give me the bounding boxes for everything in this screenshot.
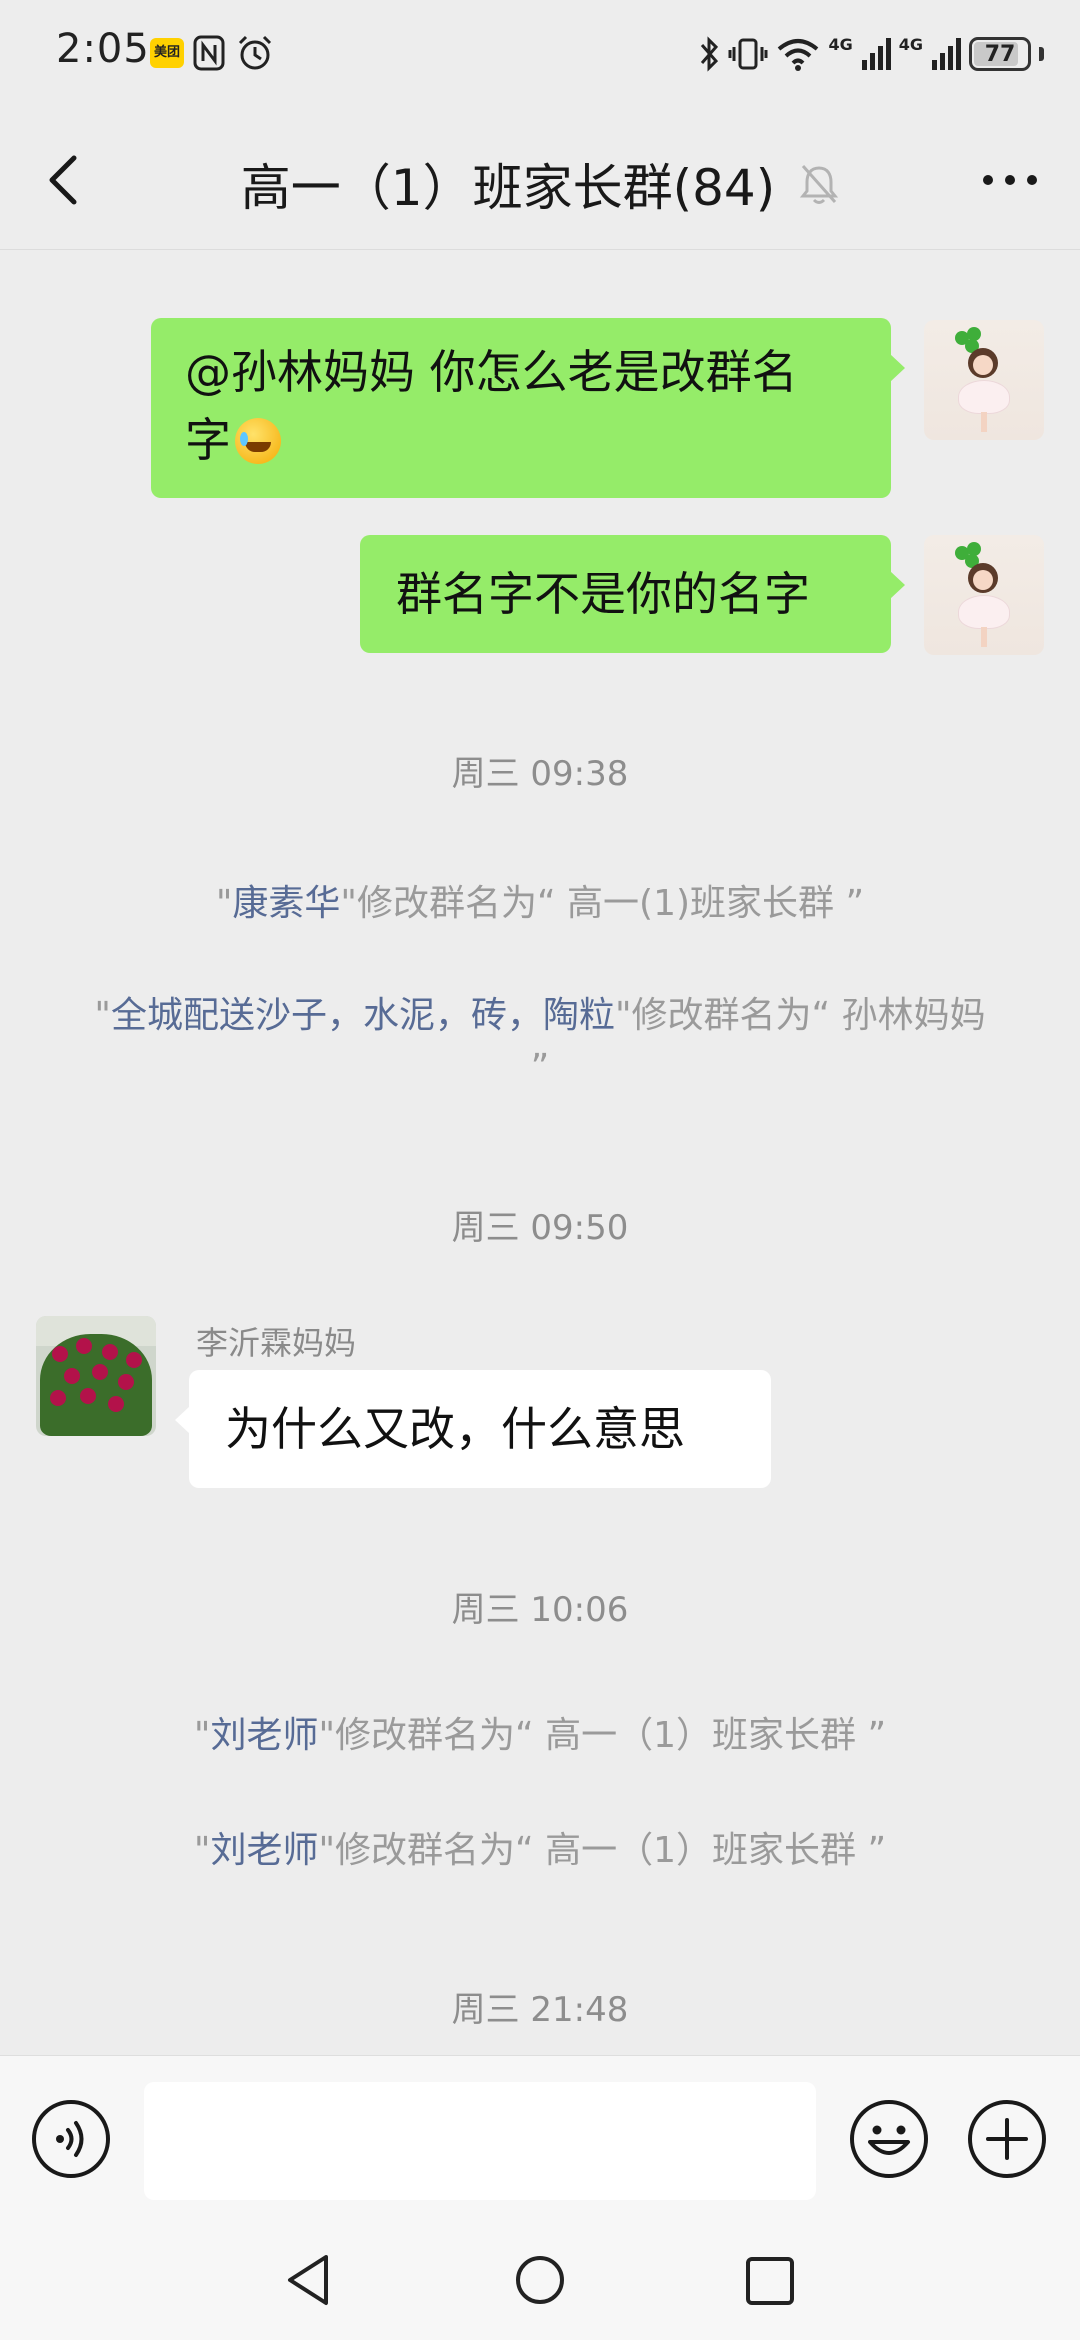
sender-name: 李沂霖妈妈	[196, 1324, 357, 1362]
network-type-1: 4G	[828, 34, 853, 54]
message-text-line2: 字	[185, 413, 231, 467]
chat-header: 高一（1）班家长群(84)	[0, 110, 1080, 250]
sender-avatar[interactable]	[36, 1316, 156, 1436]
battery-level: 77	[984, 41, 1016, 67]
message-text: 为什么又改，什么意思	[225, 1402, 685, 1456]
system-message-text: "修改群名为“ 高一（1）班家长群 ”	[318, 1830, 887, 1871]
signal-icon	[861, 38, 891, 70]
quote-mark: "	[193, 1715, 211, 1756]
laughing-crying-emoji-icon	[235, 418, 281, 464]
network-type-2: 4G	[898, 34, 923, 54]
status-right-group: 4G 4G 77	[698, 32, 1044, 76]
system-message-text: "修改群名为“ 高一（1）班家长群 ”	[318, 1715, 887, 1756]
message-bubble-self[interactable]: 群名字不是你的名字	[360, 535, 905, 653]
message-text: 群名字不是你的名字	[396, 567, 810, 621]
status-time: 2:05	[56, 26, 150, 72]
system-message-user-link[interactable]: 全城配送沙子，水泥，砖，陶粒	[111, 995, 615, 1036]
self-avatar[interactable]	[924, 320, 1044, 440]
message-bubble-other[interactable]: 为什么又改，什么意思	[175, 1370, 771, 1488]
nav-recent-icon[interactable]	[742, 2253, 798, 2309]
quote-mark: "	[215, 883, 233, 924]
message-input[interactable]	[144, 2082, 816, 2200]
vibrate-icon	[728, 38, 768, 70]
system-message-user-link[interactable]: 刘老师	[210, 1715, 318, 1756]
timestamp: 周三 21:48	[451, 1990, 629, 2030]
timestamp: 周三 10:06	[451, 1590, 629, 1630]
battery-nub	[1039, 47, 1044, 61]
plus-icon[interactable]	[966, 2098, 1048, 2180]
nfc-icon	[193, 35, 225, 71]
message-text: @孙林妈妈 你怎么老是改群名	[185, 345, 798, 399]
message-bubble-self[interactable]: @孙林妈妈 你怎么老是改群名 字	[151, 318, 905, 498]
chat-message-list[interactable]: @孙林妈妈 你怎么老是改群名 字 群名字不是你的名字 周三 09:38 "康素华…	[0, 250, 1080, 2055]
mute-icon	[800, 165, 839, 204]
system-message-text: "修改群名为“ 高一(1)班家长群 ”	[340, 883, 865, 924]
title-group: 高一（1）班家长群(84)	[0, 148, 1080, 220]
signal-icon-2	[932, 38, 961, 70]
system-navigation-bar	[0, 2225, 1080, 2340]
system-message: "全城配送沙子，水泥，砖，陶粒"修改群名为“ 孙林妈妈 ”	[90, 990, 990, 1094]
bluetooth-icon	[701, 36, 719, 72]
chat-title[interactable]: 高一（1）班家长群(84)	[241, 148, 775, 220]
quote-mark: "	[193, 1830, 211, 1871]
nav-home-icon[interactable]	[512, 2251, 568, 2309]
system-message: "康素华"修改群名为“ 高一(1)班家长群 ”	[90, 878, 990, 930]
wifi-icon	[778, 39, 819, 71]
timestamp: 周三 09:50	[451, 1208, 629, 1248]
system-message-user-link[interactable]: 刘老师	[210, 1830, 318, 1871]
emoji-icon[interactable]	[848, 2098, 930, 2180]
timestamp: 周三 09:38	[451, 754, 629, 794]
more-icon[interactable]	[980, 162, 1040, 198]
battery-icon: 77	[969, 37, 1031, 71]
self-avatar[interactable]	[924, 535, 1044, 655]
voice-icon[interactable]	[30, 2098, 112, 2180]
system-message: "刘老师"修改群名为“ 高一（1）班家长群 ”	[90, 1710, 990, 1762]
system-message-user-link[interactable]: 康素华	[232, 883, 340, 924]
input-bar	[0, 2055, 1080, 2225]
meituan-notification-icon: 美团	[150, 38, 184, 68]
status-bar: 2:05 美团 4G 4G 77	[0, 0, 1080, 110]
nav-back-icon[interactable]	[282, 2251, 338, 2309]
alarm-icon	[238, 35, 272, 70]
system-message: "刘老师"修改群名为“ 高一（1）班家长群 ”	[90, 1825, 990, 1877]
quote-mark: "	[94, 995, 111, 1036]
